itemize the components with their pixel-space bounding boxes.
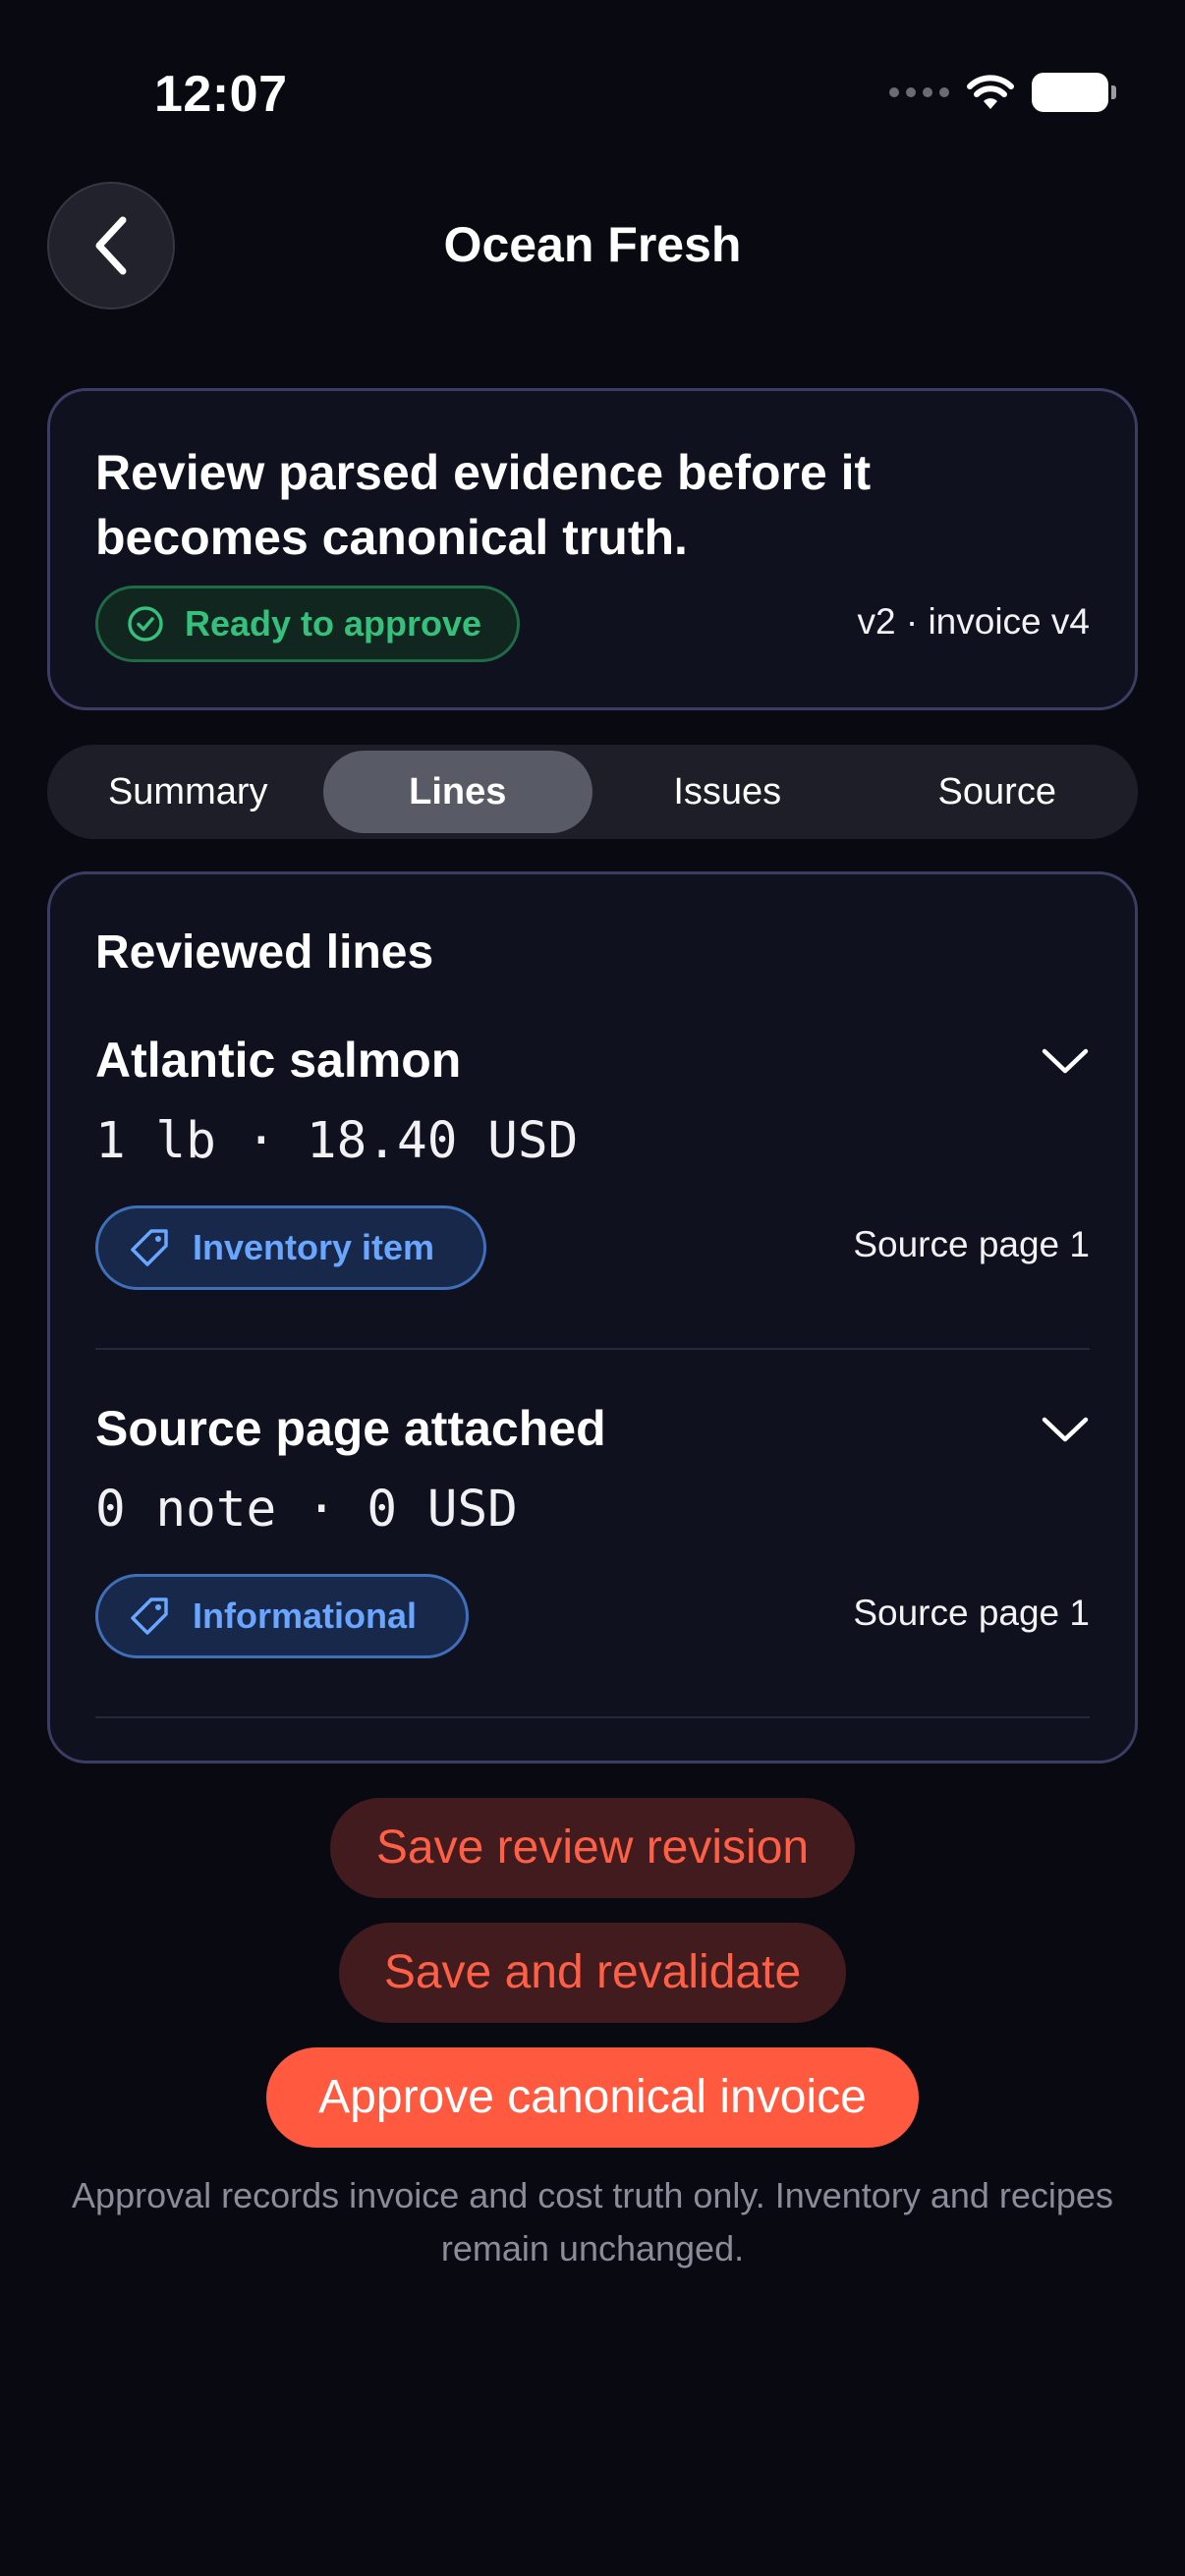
page-title: Ocean Fresh — [443, 217, 742, 272]
version-label: v2 · invoice v4 — [857, 601, 1091, 642]
source-page-label: Source page 1 — [853, 1593, 1090, 1633]
line-quantity-price: 1 lb · 18.40 USD — [95, 1112, 579, 1170]
check-circle-icon — [128, 606, 163, 642]
review-info-card: Review parsed evidence before it becomes… — [47, 388, 1138, 710]
status-indicators — [889, 73, 1116, 112]
line-type-chip[interactable]: Inventory item — [95, 1205, 487, 1290]
review-headline: Review parsed evidence before it becomes… — [95, 445, 872, 565]
tab-summary[interactable]: Summary — [53, 751, 323, 833]
line-name: Atlantic salmon — [95, 1033, 462, 1088]
line-type-chip[interactable]: Informational — [95, 1574, 470, 1658]
tag-icon — [131, 1229, 168, 1266]
battery-icon — [1032, 73, 1116, 112]
save-review-revision-button[interactable]: Save review revision — [330, 1798, 855, 1898]
chevron-down-icon[interactable] — [1041, 1410, 1090, 1449]
line-type-label: Informational — [193, 1596, 418, 1636]
divider — [95, 1348, 1090, 1350]
cellular-signal-icon — [889, 87, 949, 97]
approve-canonical-invoice-button[interactable]: Approve canonical invoice — [266, 2047, 919, 2148]
list-item[interactable]: Atlantic salmon 1 lb · 18.40 USD Invento… — [95, 1032, 1090, 1400]
approval-footnote: Approval records invoice and cost truth … — [72, 2175, 1113, 2268]
line-quantity-price: 0 note · 0 USD — [95, 1481, 518, 1539]
tab-source[interactable]: Source — [863, 751, 1133, 833]
save-and-revalidate-button[interactable]: Save and revalidate — [339, 1923, 846, 2023]
section-title: Reviewed lines — [95, 926, 434, 979]
chevron-down-icon[interactable] — [1041, 1041, 1090, 1081]
line-name: Source page attached — [95, 1401, 606, 1456]
tab-issues[interactable]: Issues — [592, 751, 863, 833]
source-page-label: Source page 1 — [853, 1224, 1090, 1264]
wifi-icon — [967, 75, 1014, 109]
tag-icon — [131, 1597, 168, 1635]
tab-lines[interactable]: Lines — [322, 751, 592, 833]
segmented-tabs: Summary Lines Issues Source — [47, 745, 1138, 839]
status-badge: Ready to approve — [95, 586, 521, 662]
reviewed-lines-card: Reviewed lines Atlantic salmon 1 lb · 18… — [47, 871, 1138, 1764]
status-badge-label: Ready to approve — [185, 603, 482, 644]
list-item[interactable]: Source page attached 0 note · 0 USD Info… — [95, 1400, 1090, 1768]
divider — [95, 1716, 1090, 1718]
status-time: 12:07 — [154, 66, 288, 123]
line-type-label: Inventory item — [193, 1227, 435, 1267]
